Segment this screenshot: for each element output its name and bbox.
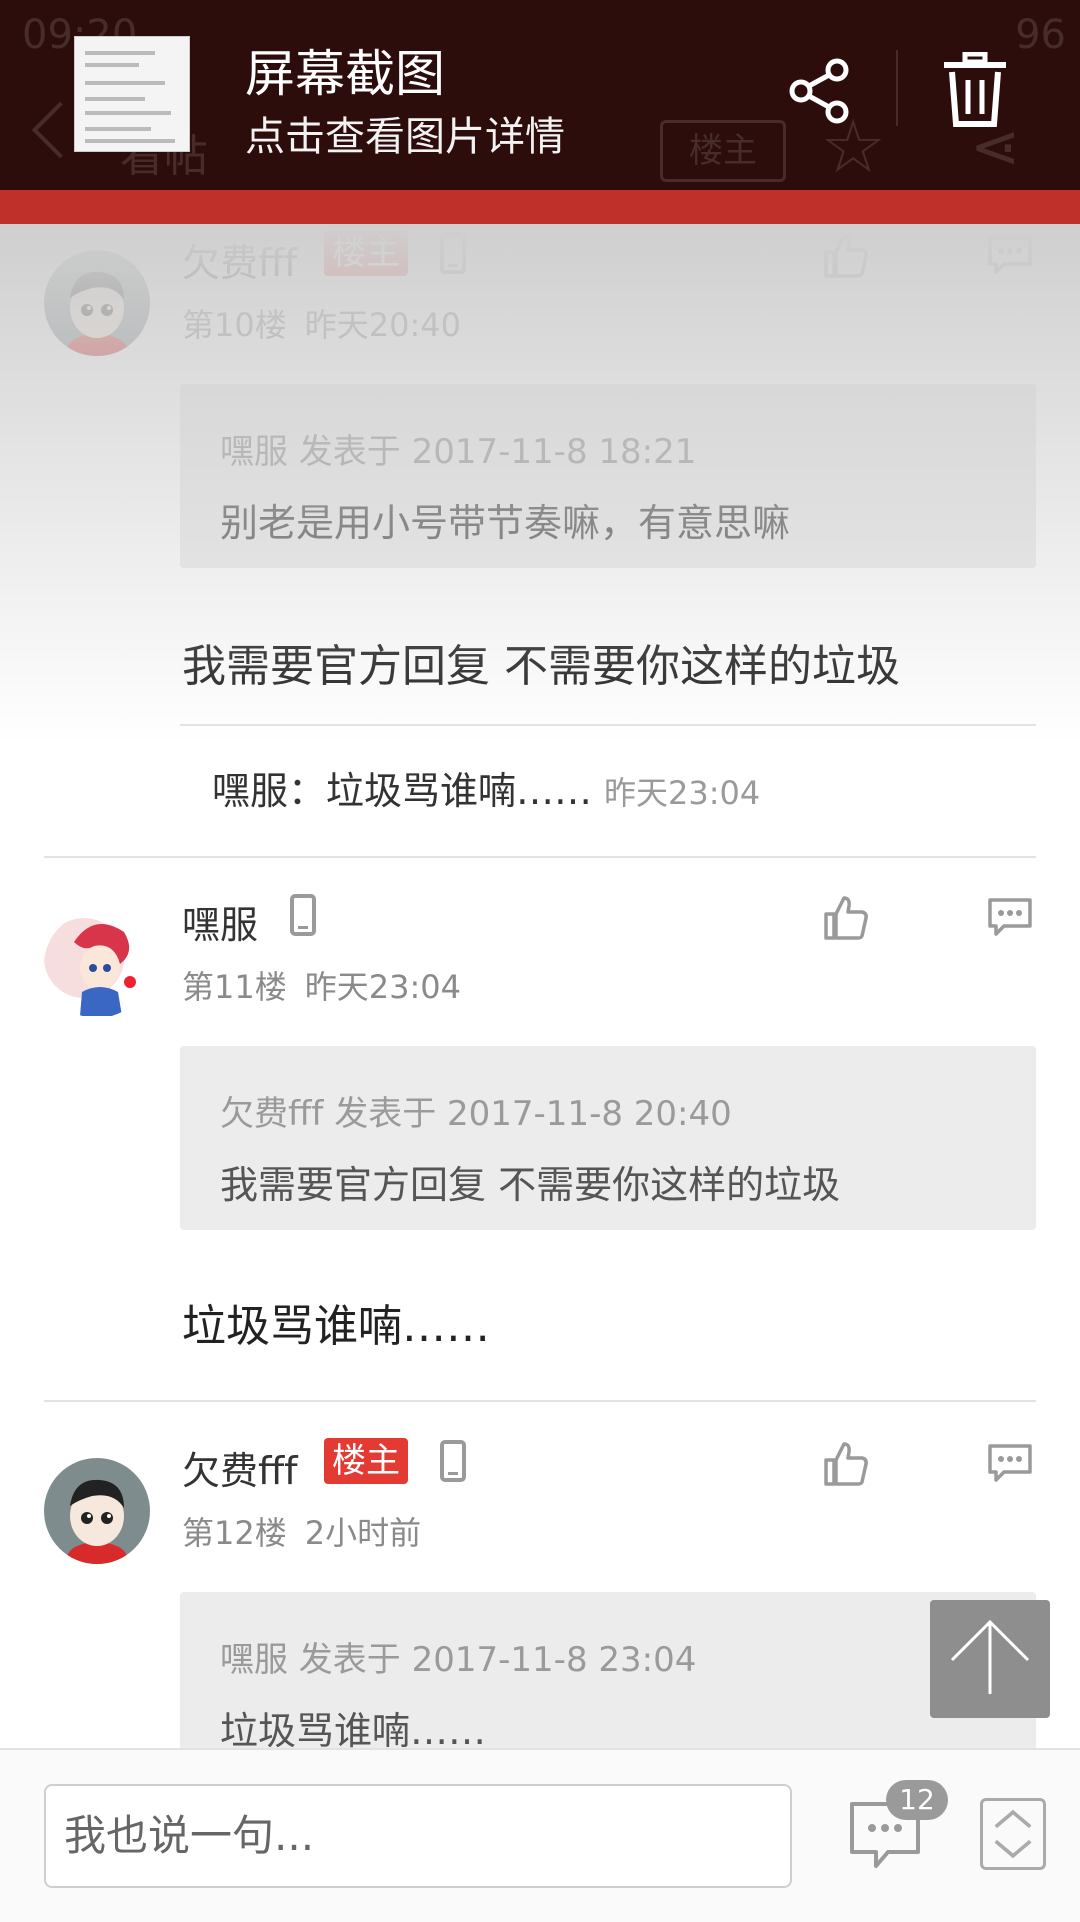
thread-content[interactable]: 欠费fff 楼主 第10楼 昨天20:40 嘿服 发表于 2017-11-8 18…	[0, 224, 1080, 1748]
post-time: 昨天23:04	[304, 968, 461, 1006]
comment-count-badge: 12	[886, 1780, 948, 1820]
sub-reply[interactable]: 嘿服：垃圾骂谁喃…… 昨天23:04	[212, 760, 760, 815]
notification-title: 屏幕截图	[245, 45, 445, 103]
avatar[interactable]	[44, 250, 150, 356]
quote-block: 嘿服 发表于 2017-11-8 23:04 垃圾骂谁喃……	[180, 1592, 1036, 1748]
screenshot-thumbnail[interactable]	[74, 36, 190, 152]
quote-text: 垃圾骂谁喃……	[220, 1709, 487, 1748]
owner-badge: 楼主	[324, 1438, 408, 1484]
battery-level: 96	[1015, 12, 1066, 58]
floor-number: 第10楼	[182, 306, 287, 344]
mobile-device-icon	[440, 232, 466, 274]
notification-subtitle[interactable]: 点击查看图片详情	[245, 104, 565, 162]
floor-meta: 第10楼 昨天20:40	[182, 300, 479, 346]
screenshot-notification[interactable]: 09:20 96 看帖 楼主 ☆ ⋖ 屏幕截图 点击查看图片详情	[0, 0, 1080, 190]
floor-number: 第12楼	[182, 1514, 287, 1552]
page-nav-icon[interactable]	[980, 1798, 1046, 1870]
post-body: 我需要官方回复 不需要你这样的垃圾	[182, 641, 900, 692]
floor-meta: 第12楼 2小时前	[182, 1508, 439, 1554]
avatar[interactable]	[44, 1458, 150, 1564]
bottom-bar: 我也说一句... 12	[0, 1748, 1080, 1922]
owner-badge: 楼主	[324, 230, 408, 276]
mobile-device-icon	[290, 894, 316, 936]
like-thumb-icon[interactable]	[822, 894, 870, 942]
share-icon[interactable]	[785, 56, 855, 126]
quote-block: 欠费fff 发表于 2017-11-8 20:40 我需要官方回复 不需要你这样…	[180, 1046, 1036, 1230]
post-time: 2小时前	[304, 1514, 422, 1552]
comment-input[interactable]: 我也说一句...	[44, 1784, 792, 1888]
post-time: 昨天20:40	[304, 306, 461, 344]
like-thumb-icon[interactable]	[822, 232, 870, 280]
divider	[44, 856, 1036, 858]
quote-text: 别老是用小号带节奏嘛，有意思嘛	[220, 501, 791, 545]
reply-bubble-icon[interactable]	[986, 894, 1034, 942]
quote-text: 我需要官方回复 不需要你这样的垃圾	[220, 1163, 841, 1207]
scroll-to-top-button[interactable]	[930, 1600, 1050, 1718]
sub-reply-text: 嘿服：垃圾骂谁喃……	[212, 769, 593, 813]
sub-reply-time: 昨天23:04	[604, 774, 761, 812]
quote-meta: 欠费fff 发表于 2017-11-8 20:40	[220, 1094, 732, 1134]
divider	[896, 50, 898, 126]
floor-number: 第11楼	[182, 968, 287, 1006]
owner-only-button[interactable]: 楼主	[660, 120, 786, 182]
quote-block: 嘿服 发表于 2017-11-8 18:21 别老是用小号带节奏嘛，有意思嘛	[180, 384, 1036, 568]
quote-meta: 嘿服 发表于 2017-11-8 18:21	[220, 432, 697, 472]
delete-trash-icon[interactable]	[940, 52, 1010, 128]
author-name[interactable]: 欠费fff	[182, 232, 298, 287]
post-body: 垃圾骂谁喃……	[182, 1301, 490, 1352]
mobile-device-icon	[440, 1440, 466, 1482]
divider	[180, 724, 1036, 726]
reply-bubble-icon[interactable]	[986, 232, 1034, 280]
author-name[interactable]: 欠费fff	[182, 1440, 298, 1495]
header-accent-bar	[0, 190, 1080, 224]
author-name[interactable]: 嘿服	[182, 894, 258, 949]
floor-meta: 第11楼 昨天23:04	[182, 962, 479, 1008]
avatar[interactable]	[44, 912, 150, 1018]
like-thumb-icon[interactable]	[822, 1440, 870, 1488]
quote-meta: 嘿服 发表于 2017-11-8 23:04	[220, 1640, 697, 1680]
reply-bubble-icon[interactable]	[986, 1440, 1034, 1488]
divider	[44, 1400, 1036, 1402]
